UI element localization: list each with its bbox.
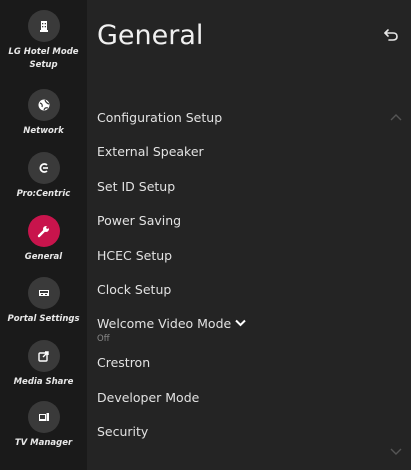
- menu-item-set-id-setup[interactable]: Set ID Setup: [97, 169, 387, 203]
- menu-item-label: Security: [97, 424, 149, 440]
- sidebar-item-label: TV Manager: [14, 438, 73, 448]
- portal-icon: [27, 277, 60, 309]
- menu-item-label: Configuration Setup: [97, 110, 223, 125]
- menu-item-developer-mode[interactable]: Developer Mode: [97, 380, 387, 414]
- menu-item-crestron[interactable]: Crestron: [97, 345, 387, 379]
- menu-item-welcome-video-mode[interactable]: Welcome Video Mode Off: [97, 306, 387, 345]
- sidebar-item-tv-manager[interactable]: TV Manager: [0, 401, 87, 450]
- sidebar-item-label: Network: [23, 126, 64, 136]
- sidebar-item-portal-settings[interactable]: Portal Settings: [0, 277, 87, 326]
- menu-item-hcec-setup[interactable]: HCEC Setup: [97, 238, 387, 272]
- settings-menu: Configuration Setup External Speaker Set…: [97, 100, 387, 449]
- back-arrow-icon[interactable]: [383, 28, 399, 42]
- sidebar-item-procentric[interactable]: Pro:Centric: [0, 152, 87, 201]
- menu-item-label: Power Saving: [97, 213, 182, 229]
- sidebar-item-label-line2: Setup: [29, 60, 58, 70]
- menu-item-label-wrap: Welcome Video Mode: [97, 316, 246, 331]
- sidebar-item-network[interactable]: Network: [0, 89, 87, 138]
- hotel-icon: [27, 10, 60, 42]
- sidebar-item-label: LG Hotel Mode: [8, 47, 79, 57]
- scroll-down-icon[interactable]: [390, 448, 402, 456]
- media-share-icon: [27, 340, 60, 372]
- general-panel: General Configuration Setup External Spe…: [87, 0, 411, 470]
- tv-manager-icon: [27, 401, 60, 433]
- sidebar-item-media-share[interactable]: Media Share: [0, 340, 87, 389]
- sidebar-item-label: Pro:Centric: [16, 189, 71, 199]
- sidebar-item-hotel-mode-setup[interactable]: LG Hotel Mode Setup: [0, 10, 87, 72]
- menu-item-value: Off: [97, 334, 110, 345]
- network-globe-icon: [27, 89, 60, 121]
- menu-item-power-saving[interactable]: Power Saving: [97, 203, 387, 237]
- procentric-icon: [27, 152, 60, 184]
- menu-item-security[interactable]: Security: [97, 414, 387, 448]
- sidebar: LG Hotel Mode Setup Network Pro:Centric …: [0, 0, 87, 470]
- page-title: General: [97, 20, 204, 51]
- menu-item-label: Set ID Setup: [97, 178, 176, 194]
- menu-item-label: External Speaker: [97, 144, 204, 160]
- menu-item-external-speaker[interactable]: External Speaker: [97, 134, 387, 168]
- sidebar-item-general[interactable]: General: [0, 215, 87, 264]
- menu-item-configuration-setup[interactable]: Configuration Setup: [97, 100, 387, 134]
- menu-item-label: Crestron: [97, 355, 151, 371]
- chevron-down-icon: [235, 320, 246, 327]
- scroll-up-icon[interactable]: [390, 113, 402, 121]
- sidebar-item-label: General: [24, 252, 63, 262]
- menu-item-label: Developer Mode: [97, 389, 200, 405]
- menu-item-label: HCEC Setup: [97, 247, 173, 263]
- sidebar-item-label: Media Share: [13, 377, 74, 387]
- menu-item-label: Welcome Video Mode: [97, 316, 232, 332]
- sidebar-item-label: Portal Settings: [7, 314, 80, 324]
- wrench-icon: [27, 215, 60, 247]
- menu-item-label: Clock Setup: [97, 281, 172, 297]
- menu-item-clock-setup[interactable]: Clock Setup: [97, 272, 387, 306]
